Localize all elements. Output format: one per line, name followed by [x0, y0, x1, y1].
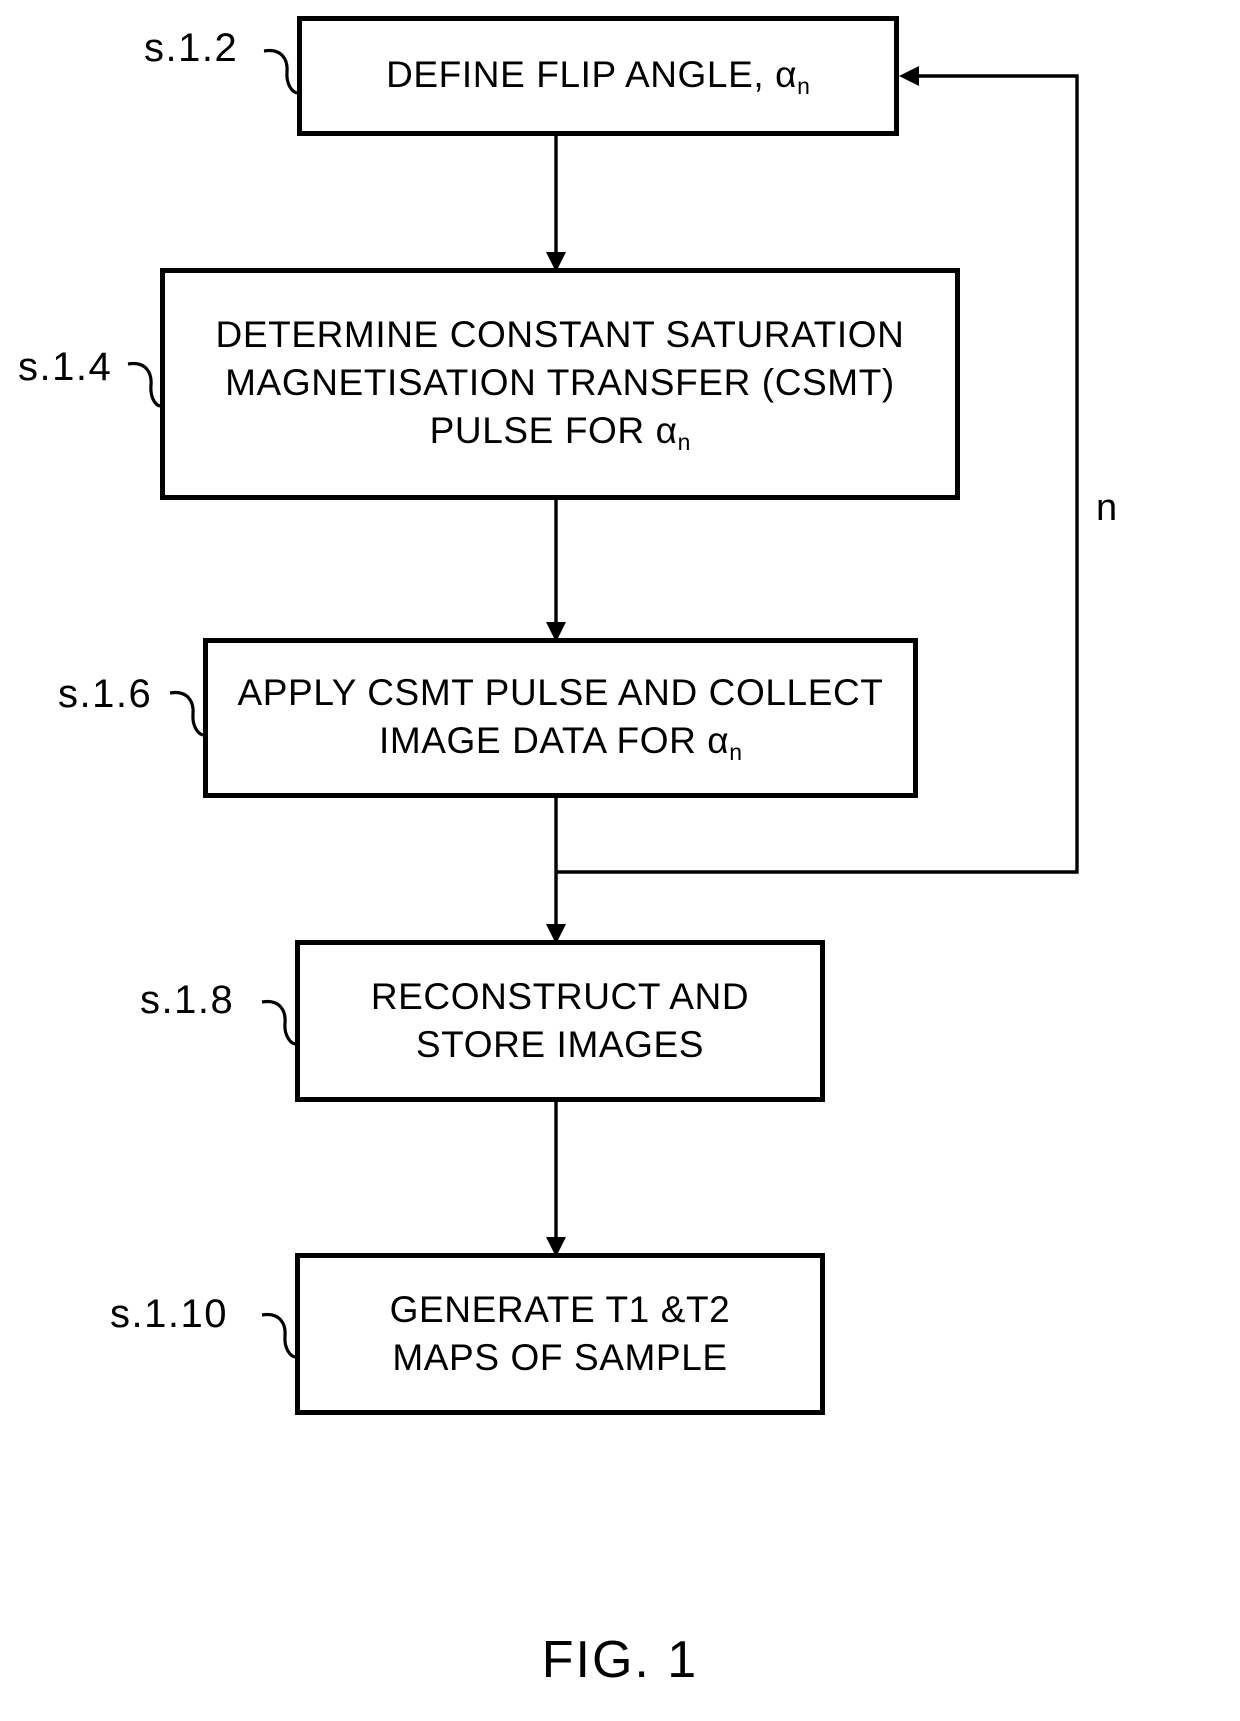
process-box-s16[interactable]: APPLY CSMT PULSE AND COLLECT IMAGE DATA F… — [203, 638, 918, 798]
process-box-s110[interactable]: GENERATE T1 &T2 MAPS OF SAMPLE — [295, 1253, 825, 1415]
arrow-s12-to-s14 — [546, 136, 566, 272]
process-box-s12[interactable]: DEFINE FLIP ANGLE, αn — [297, 16, 899, 136]
leader-s14 — [127, 361, 161, 408]
leader-s18 — [261, 999, 296, 1046]
figure-canvas: DEFINE FLIP ANGLE, αn DETERMINE CONSTANT… — [0, 0, 1240, 1721]
leader-s16 — [169, 690, 204, 737]
process-box-s14[interactable]: DETERMINE CONSTANT SATURATION MAGNETISATI… — [160, 268, 960, 500]
step-ref-label-s16: s.1.6 — [58, 672, 153, 716]
process-box-s110-label: GENERATE T1 &T2 MAPS OF SAMPLE — [389, 1288, 731, 1378]
process-box-s12-label: DEFINE FLIP ANGLE, αn — [386, 53, 810, 99]
step-ref-label-s18: s.1.8 — [140, 978, 235, 1022]
step-ref-label-s12: s.1.2 — [144, 26, 239, 70]
process-box-s18[interactable]: RECONSTRUCT AND STORE IMAGES — [295, 940, 825, 1102]
process-box-s18-label: RECONSTRUCT AND STORE IMAGES — [370, 975, 750, 1065]
loop-index-label: n — [1096, 487, 1118, 529]
flow-connectors — [127, 48, 1079, 1359]
process-box-s16-label: APPLY CSMT PULSE AND COLLECT IMAGE DATA F… — [237, 671, 884, 765]
arrow-s14-to-s16 — [546, 500, 566, 642]
step-ref-label-s110: s.1.10 — [110, 1292, 228, 1336]
leader-s110 — [261, 1312, 296, 1359]
arrow-s18-to-s110 — [546, 1102, 566, 1257]
figure-caption: FIG. 1 — [541, 1631, 699, 1689]
leader-s12 — [263, 48, 298, 95]
process-box-s14-label: DETERMINE CONSTANT SATURATION MAGNETISATI… — [215, 313, 905, 455]
step-ref-label-s14: s.1.4 — [18, 345, 113, 389]
arrow-s16-to-s18 — [546, 798, 566, 944]
